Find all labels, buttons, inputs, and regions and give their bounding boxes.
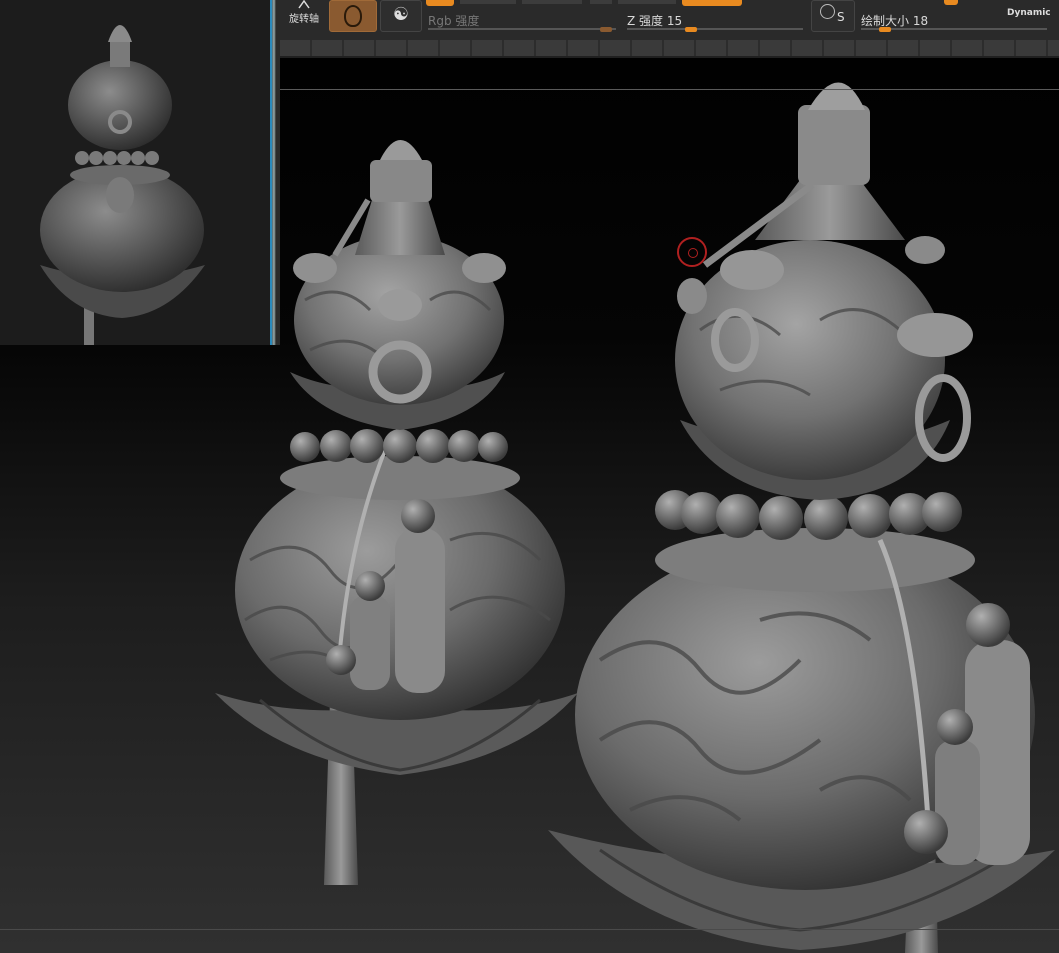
toolbar-divider	[280, 56, 1059, 58]
canvas-top-border	[280, 89, 1059, 90]
preview-gourd-icon	[40, 25, 205, 345]
texture-swirl-icon: ☯	[392, 4, 410, 25]
rotate-axis-label: 旋转轴	[289, 14, 319, 25]
rotate-axis-icon	[284, 0, 324, 10]
texture-button[interactable]: ☯	[380, 0, 422, 32]
brush-cursor-icon	[677, 237, 707, 267]
z-intensity-value: 15	[666, 14, 683, 28]
z-intensity-label: Z 强度	[627, 14, 664, 28]
material-button[interactable]	[329, 0, 377, 32]
dynamic-toggle[interactable]: Dynamic	[1007, 8, 1051, 18]
stroke-button[interactable]: S	[811, 0, 855, 32]
stroke-label: S	[837, 10, 845, 24]
stroke-s-icon	[820, 4, 835, 19]
rgb-intensity-slider[interactable]: Rgb 强度	[428, 4, 618, 32]
canvas-bottom-border	[0, 929, 1059, 930]
preview-thumbnail[interactable]	[0, 0, 270, 345]
gourd-model-closeup[interactable]	[548, 82, 1055, 953]
draw-size-label: 绘制大小	[861, 14, 910, 28]
z-intensity-slider[interactable]: Z 强度 15	[627, 4, 805, 32]
preview-panel-edge[interactable]	[270, 0, 280, 345]
toolbar-tray	[280, 40, 1059, 56]
draw-size-value: 18	[912, 14, 929, 28]
rotate-axis-button[interactable]: 旋转轴	[284, 0, 324, 26]
rgb-intensity-label: Rgb 强度	[428, 14, 480, 28]
